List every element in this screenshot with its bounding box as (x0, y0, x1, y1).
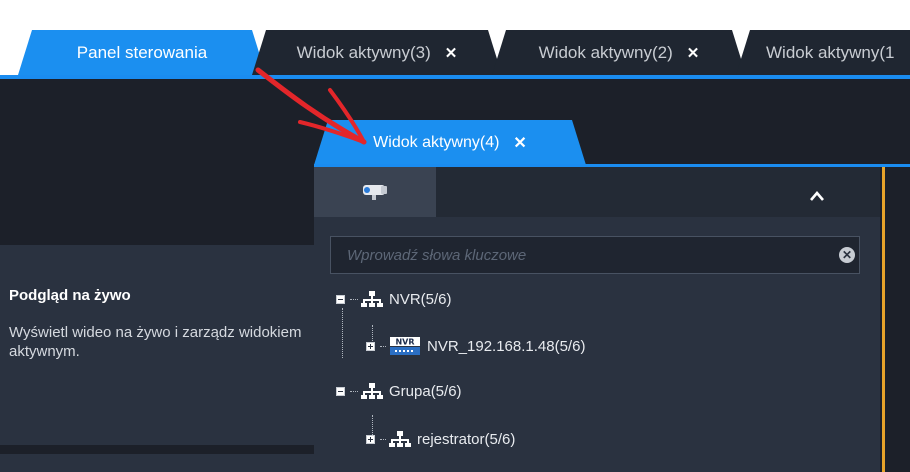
top-strip (0, 0, 910, 30)
camera-tab[interactable] (314, 167, 436, 217)
network-icon (361, 383, 383, 399)
collapse-icon[interactable] (336, 386, 345, 396)
tree-item-grupa[interactable]: Grupa(5/6) (336, 382, 462, 400)
tab-widok-aktywny-1[interactable]: Widok aktywny(1 (736, 30, 910, 75)
clear-search-icon[interactable]: ✕ (839, 247, 855, 263)
dragged-tab-widok-aktywny-4[interactable]: Widok aktywny(4) ✕ (314, 120, 586, 165)
search-box: ✕ (330, 236, 860, 274)
tree-item-label: NVR_192.168.1.48(5/6) (427, 337, 586, 355)
tab-label: Widok aktywny(1 (766, 42, 895, 62)
expand-icon[interactable] (366, 434, 375, 444)
app-window: Panel sterowania Widok aktywny(3) ✕ Wido… (0, 0, 910, 472)
tree-item-label: rejestrator(5/6) (417, 430, 516, 448)
tab-label: Panel sterowania (76, 42, 208, 62)
camera-icon (363, 185, 387, 200)
tree-connector (350, 298, 358, 300)
tree-item-nvr[interactable]: NVR(5/6) (336, 290, 452, 308)
network-icon (389, 431, 411, 447)
tab-panel-sterowania[interactable]: Panel sterowania (18, 30, 266, 75)
tab-widok-aktywny-3[interactable]: Widok aktywny(3) ✕ (252, 30, 502, 75)
nvr-device-icon: NVR (390, 337, 420, 355)
tree-item-rejestrator[interactable]: rejestrator(5/6) (366, 430, 515, 448)
svg-text:NVR: NVR (395, 338, 414, 347)
card-title: Podgląd na żywo (9, 287, 131, 304)
tree-line (342, 308, 343, 358)
collapse-icon[interactable] (336, 294, 345, 304)
tab-widok-aktywny-2[interactable]: Widok aktywny(2) ✕ (492, 30, 746, 75)
close-icon[interactable]: ✕ (445, 44, 458, 62)
tab-label: Widok aktywny(3) (296, 42, 431, 62)
right-view-edge (882, 167, 910, 472)
search-input[interactable] (331, 237, 821, 273)
close-icon[interactable]: ✕ (513, 133, 526, 153)
tree-connector (380, 345, 386, 347)
network-icon (361, 291, 383, 307)
close-icon[interactable]: ✕ (687, 44, 700, 62)
tree-item-label: NVR(5/6) (389, 290, 452, 308)
expand-icon[interactable] (366, 341, 375, 351)
tab-label: Widok aktywny(4) (373, 133, 500, 151)
chevron-up-icon[interactable] (805, 180, 829, 204)
next-card[interactable] (0, 454, 320, 472)
tab-label: Widok aktywny(2) (538, 42, 673, 62)
tree-item-label: Grupa(5/6) (389, 382, 462, 400)
tree-item-nvr-device[interactable]: NVR NVR_192.168.1.48(5/6) (366, 336, 585, 356)
card-description: Wyświetl wideo na żywo i zarządz widokie… (9, 324, 302, 360)
tree-connector (380, 438, 386, 440)
tree-connector (350, 390, 358, 392)
